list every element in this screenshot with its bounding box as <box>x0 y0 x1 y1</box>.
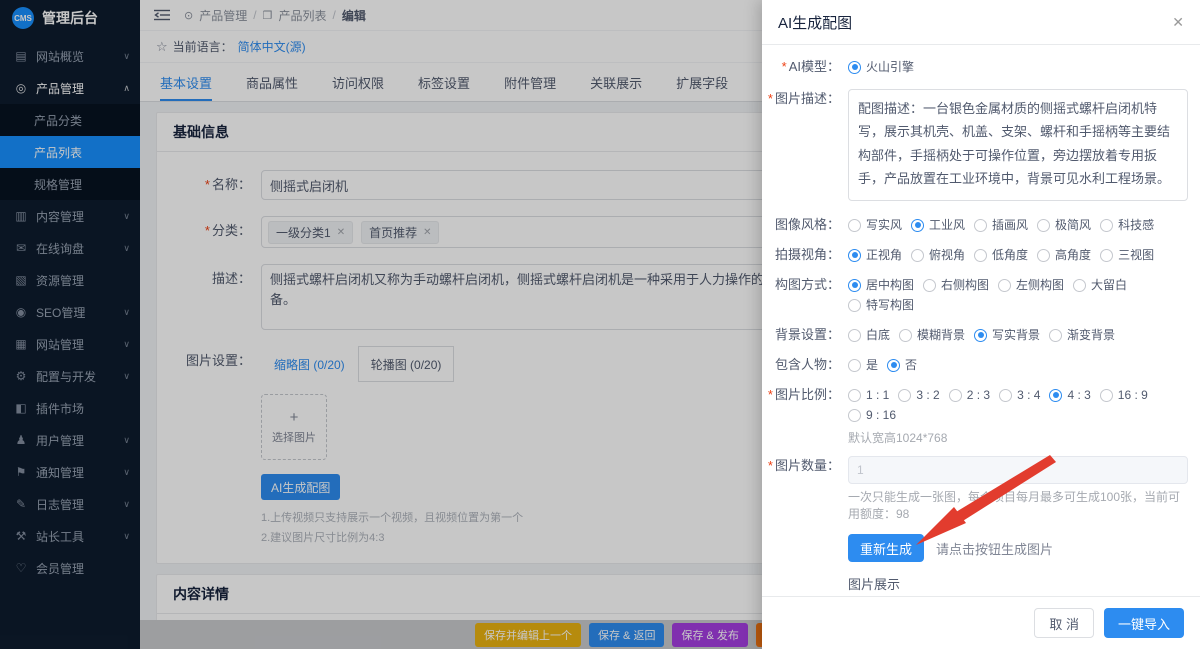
radio-option-ratio[interactable]: 3 : 2 <box>898 385 939 405</box>
regenerate-button[interactable]: 重新生成 <box>848 534 924 562</box>
radio-icon[interactable] <box>848 359 861 372</box>
radio-icon[interactable] <box>1049 389 1062 402</box>
background-label: 背景设置： <box>762 325 848 345</box>
radio-option-person-yes[interactable]: 是 <box>848 355 878 375</box>
radio-icon[interactable] <box>848 329 861 342</box>
radio-icon[interactable] <box>848 389 861 402</box>
radio-icon[interactable] <box>999 389 1012 402</box>
radio-option-ratio[interactable]: 4 : 3 <box>1049 385 1090 405</box>
radio-icon[interactable] <box>898 389 911 402</box>
radio-option-composition[interactable]: 特写构图 <box>848 295 914 315</box>
radio-option-ratio[interactable]: 1 : 1 <box>848 385 889 405</box>
radio-option-angle[interactable]: 低角度 <box>974 245 1028 265</box>
radio-option-angle[interactable]: 俯视角 <box>911 245 965 265</box>
radio-icon[interactable] <box>911 219 924 232</box>
radio-option-ratio[interactable]: 16 : 9 <box>1100 385 1148 405</box>
radio-icon[interactable] <box>1100 249 1113 262</box>
radio-icon[interactable] <box>1100 219 1113 232</box>
radio-icon[interactable] <box>848 219 861 232</box>
shoot-angle-label: 拍摄视角： <box>762 245 848 265</box>
drawer-body: AI模型： 火山引擎 图片描述： 配图描述：一台银色金属材质的侧摇式螺杆启闭机特… <box>762 45 1200 596</box>
one-click-import-button[interactable]: 一键导入 <box>1104 608 1184 638</box>
radio-icon[interactable] <box>848 61 861 74</box>
radio-icon[interactable] <box>974 249 987 262</box>
radio-icon[interactable] <box>1037 249 1050 262</box>
count-hint: 一次只能生成一张图，每个项目每月最多可生成100张，当前可用额度：98 <box>848 488 1188 522</box>
image-ratio-label: 图片比例： <box>762 385 848 425</box>
radio-option-composition[interactable]: 右侧构图 <box>923 275 989 295</box>
image-desc-textarea[interactable]: 配图描述：一台银色金属材质的侧摇式螺杆启闭机特写，展示其机壳、机盖、支架、螺杆和… <box>848 89 1188 201</box>
radio-icon[interactable] <box>887 359 900 372</box>
radio-option-person-no[interactable]: 否 <box>887 355 917 375</box>
radio-option-ratio[interactable]: 3 : 4 <box>999 385 1040 405</box>
radio-option-style[interactable]: 极简风 <box>1037 215 1091 235</box>
radio-option-angle[interactable]: 三视图 <box>1100 245 1154 265</box>
radio-icon[interactable] <box>848 249 861 262</box>
composition-label: 构图方式： <box>762 275 848 315</box>
ratio-hint: 默认宽高1024*768 <box>848 429 1188 446</box>
radio-option-angle[interactable]: 高角度 <box>1037 245 1091 265</box>
drawer-footer: 取 消 一键导入 <box>762 596 1200 649</box>
radio-option-ratio[interactable]: 2 : 3 <box>949 385 990 405</box>
radio-option-style[interactable]: 工业风 <box>911 215 965 235</box>
gallery-label: 图片展示 <box>848 574 1188 593</box>
radio-icon[interactable] <box>899 329 912 342</box>
radio-option-angle[interactable]: 正视角 <box>848 245 902 265</box>
include-person-label: 包含人物： <box>762 355 848 375</box>
radio-icon[interactable] <box>1100 389 1113 402</box>
regenerate-hint: 请点击按钮生成图片 <box>936 539 1053 558</box>
image-style-label: 图像风格： <box>762 215 848 235</box>
image-count-label: 图片数量： <box>762 456 848 484</box>
close-icon[interactable]: ✕ <box>1172 14 1184 31</box>
radio-option-ratio[interactable]: 9 : 16 <box>848 405 896 425</box>
image-count-input[interactable]: 1 <box>848 456 1188 484</box>
radio-icon[interactable] <box>848 299 861 312</box>
drawer-header: AI生成配图 ✕ <box>762 0 1200 45</box>
radio-option-composition[interactable]: 大留白 <box>1073 275 1127 295</box>
cancel-button[interactable]: 取 消 <box>1034 608 1094 638</box>
radio-icon[interactable] <box>848 279 861 292</box>
radio-option-style[interactable]: 科技感 <box>1100 215 1154 235</box>
radio-icon[interactable] <box>1073 279 1086 292</box>
radio-option-background[interactable]: 写实背景 <box>974 325 1040 345</box>
radio-option-style[interactable]: 写实风 <box>848 215 902 235</box>
radio-icon[interactable] <box>911 249 924 262</box>
radio-option-background[interactable]: 模糊背景 <box>899 325 965 345</box>
radio-option-background[interactable]: 白底 <box>848 325 890 345</box>
radio-option-volcano[interactable]: 火山引擎 <box>848 57 914 77</box>
radio-option-style[interactable]: 插画风 <box>974 215 1028 235</box>
drawer-title: AI生成配图 <box>778 12 852 33</box>
ai-generate-drawer: AI生成配图 ✕ AI模型： 火山引擎 图片描述： 配图描述：一台银色金属材质的… <box>762 0 1200 649</box>
radio-option-composition[interactable]: 居中构图 <box>848 275 914 295</box>
app-root: CMS 管理后台 ▤ 网站概览 ∨ ◎ 产品管理 ∧ 产品分类 产品列表 <box>0 0 1200 649</box>
radio-option-composition[interactable]: 左侧构图 <box>998 275 1064 295</box>
image-desc-label: 图片描述： <box>762 89 848 201</box>
radio-icon[interactable] <box>998 279 1011 292</box>
radio-icon[interactable] <box>848 409 861 422</box>
radio-icon[interactable] <box>1049 329 1062 342</box>
radio-icon[interactable] <box>1037 219 1050 232</box>
radio-option-background[interactable]: 渐变背景 <box>1049 325 1115 345</box>
radio-icon[interactable] <box>949 389 962 402</box>
radio-icon[interactable] <box>974 219 987 232</box>
radio-icon[interactable] <box>974 329 987 342</box>
radio-icon[interactable] <box>923 279 936 292</box>
ai-model-label: AI模型： <box>762 57 848 77</box>
